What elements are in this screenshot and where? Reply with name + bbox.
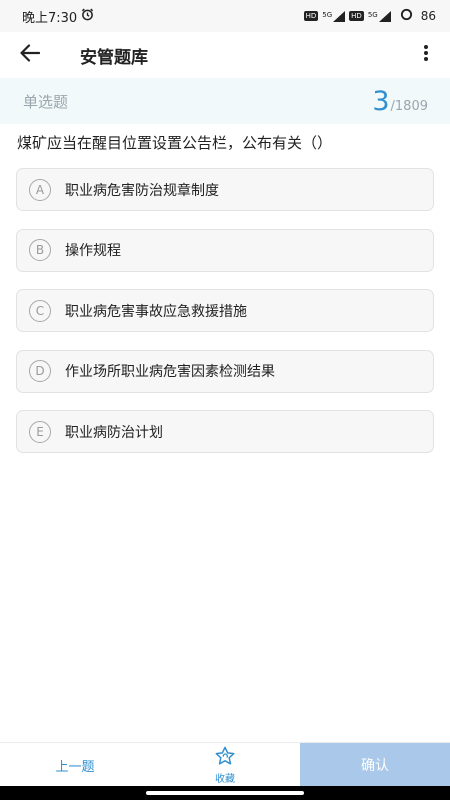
- more-vertical-icon: [423, 44, 429, 66]
- status-right: HD 5G HD 5G 86: [303, 8, 436, 24]
- option-letter-badge: D: [29, 360, 51, 382]
- question-text: 煤矿应当在醒目位置设置公告栏，公布有关（）: [17, 134, 333, 152]
- option-b[interactable]: B 操作规程: [16, 228, 434, 272]
- bottom-action-bar: 上一题 收藏 确认: [0, 742, 450, 787]
- more-menu-button[interactable]: [416, 42, 436, 68]
- option-text: 职业病防治计划: [65, 424, 163, 441]
- option-letter-badge: C: [29, 299, 51, 322]
- option-text: 作业场所职业病危害因素检测结果: [65, 364, 275, 380]
- option-e[interactable]: E 职业病防治计划: [16, 410, 434, 453]
- alarm-icon: [81, 8, 94, 25]
- option-text: 职业病危害事故应急救援措施: [65, 303, 247, 320]
- signal-icon-2: 5G: [368, 10, 391, 22]
- status-left: 晚上7:30: [22, 7, 94, 26]
- home-indicator[interactable]: [146, 791, 304, 795]
- hd-badge: HD: [303, 11, 319, 21]
- status-bar: 晚上7:30 HD 5G HD 5G 86: [0, 0, 450, 32]
- option-text: 职业病危害防治规章制度: [65, 182, 219, 199]
- progress-current: 3: [372, 85, 390, 117]
- arrow-left-icon: [20, 44, 41, 66]
- confirm-button[interactable]: 确认: [300, 743, 450, 787]
- question-type-bar: 单选题 3 /1809: [0, 78, 450, 124]
- previous-question-button[interactable]: 上一题: [0, 743, 150, 787]
- hd-badge-2: HD: [349, 11, 364, 21]
- option-d[interactable]: D 作业场所职业病危害因素检测结果: [16, 349, 434, 393]
- options-list: A 职业病危害防治规章制度 B 操作规程 C 职业病危害事故应急救援措施 D 作…: [16, 168, 434, 471]
- previous-question-label: 上一题: [55, 759, 95, 775]
- signal-icon: 5G: [322, 10, 346, 22]
- favorite-label: 收藏: [215, 773, 235, 785]
- system-nav-bar: [0, 786, 450, 800]
- option-a[interactable]: A 职业病危害防治规章制度: [16, 168, 434, 211]
- battery-level: 86: [420, 9, 436, 23]
- back-button[interactable]: [0, 32, 60, 78]
- battery-icon: [400, 8, 413, 24]
- question-progress: 3 /1809: [372, 86, 428, 117]
- confirm-label: 确认: [361, 758, 389, 774]
- app-bar: 安管题库: [0, 32, 450, 78]
- progress-total: /1809: [390, 98, 428, 114]
- option-letter-badge: B: [29, 239, 51, 261]
- star-icon: [214, 746, 236, 769]
- page-title: 安管题库: [80, 47, 148, 68]
- question-type-label: 单选题: [23, 92, 69, 111]
- option-letter-badge: E: [29, 420, 51, 443]
- status-time: 晚上7:30: [22, 10, 78, 26]
- option-c[interactable]: C 职业病危害事故应急救援措施: [16, 289, 434, 332]
- option-letter-badge: A: [29, 178, 51, 201]
- option-text: 操作规程: [65, 243, 121, 259]
- favorite-button[interactable]: 收藏: [150, 743, 300, 787]
